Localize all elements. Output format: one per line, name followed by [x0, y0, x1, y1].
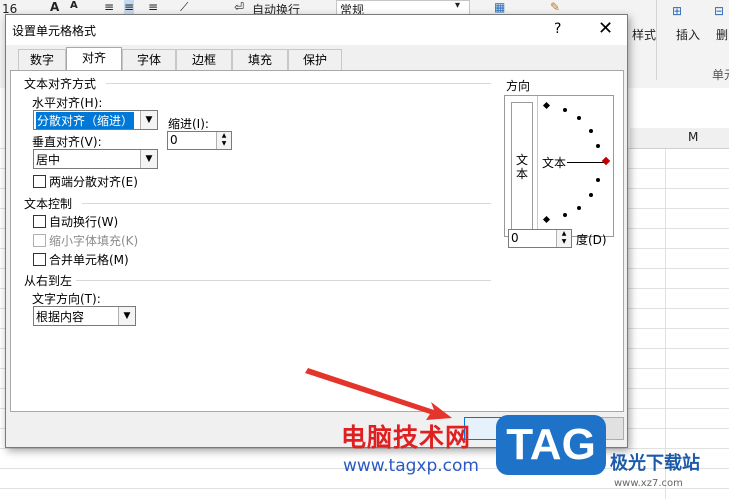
increase-font-icon[interactable]: A: [50, 0, 59, 14]
decrease-font-icon[interactable]: A: [70, 0, 78, 11]
watermark-brand: 极光下载站: [610, 453, 700, 474]
close-icon[interactable]: ✕: [598, 18, 613, 39]
text-direction-label: 文字方向(T):: [32, 292, 101, 306]
vertical-alignment-label: 垂直对齐(V):: [32, 135, 102, 149]
help-button[interactable]: ?: [554, 21, 561, 37]
shrink-to-fit-label: 缩小字体填充(K): [49, 234, 139, 248]
justify-distributed-label[interactable]: 两端分散对齐(E): [49, 173, 138, 190]
orientation-section-title: 方向: [506, 79, 531, 93]
indent-label: 缩进(I):: [168, 117, 209, 131]
degrees-value: 0: [511, 231, 519, 245]
chevron-down-icon[interactable]: ▼: [140, 150, 157, 168]
section-divider: [106, 83, 491, 84]
ribbon-divider: [656, 0, 657, 80]
orientation-tick-icon: [542, 215, 551, 224]
vertical-alignment-select[interactable]: 居中 ▼: [33, 149, 158, 169]
orientation-divider: [537, 96, 538, 236]
chevron-down-icon[interactable]: ▼: [140, 111, 157, 129]
indent-value: 0: [170, 133, 178, 147]
merge-cells-checkbox[interactable]: [33, 253, 46, 266]
text-direction-value: 根据内容: [36, 310, 85, 324]
align-left-icon[interactable]: ≡: [104, 0, 114, 14]
conditional-format-icon[interactable]: ▦: [494, 0, 505, 14]
shrink-to-fit-checkbox: [33, 234, 46, 247]
insert-icon[interactable]: ⊞: [672, 4, 682, 18]
orientation-handle-icon[interactable]: [601, 156, 611, 166]
orientation-tick-icon: [542, 101, 551, 110]
orientation-tick-icon: [577, 206, 581, 210]
delete-icon[interactable]: ⊟: [714, 4, 724, 18]
tab-border[interactable]: 边框: [176, 49, 232, 70]
tab-font[interactable]: 字体: [122, 49, 176, 70]
degrees-label: 度(D): [576, 233, 607, 247]
format-table-icon[interactable]: ✎: [550, 0, 560, 14]
tab-protection[interactable]: 保护: [288, 49, 342, 70]
cell-styles-label[interactable]: 样式: [632, 26, 656, 43]
orientation-tick-icon: [589, 193, 593, 197]
stepper-arrows-icon[interactable]: ▲ ▼: [216, 132, 231, 149]
stepper-arrows-icon[interactable]: ▲ ▼: [556, 230, 571, 247]
orientation-tick-icon: [589, 129, 593, 133]
wrap-text-checkbox[interactable]: [33, 215, 46, 228]
grid-line: [665, 128, 666, 499]
horizontal-alignment-value: 分散对齐（缩进）: [36, 112, 135, 129]
text-control-section-title: 文本控制: [24, 197, 73, 211]
section-divider: [76, 280, 491, 281]
watermark-tag-logo: TAG: [496, 415, 606, 475]
justify-distributed-checkbox[interactable]: [33, 175, 46, 188]
orientation-tick-icon: [563, 108, 567, 112]
chevron-down-icon[interactable]: ▼: [118, 307, 135, 325]
vertical-alignment-value: 居中: [36, 153, 61, 167]
merge-cells-label[interactable]: 合并单元格(M): [49, 251, 129, 268]
tab-fill[interactable]: 填充: [232, 49, 288, 70]
column-header-label: M: [688, 130, 699, 144]
vertical-text-label: 文本: [515, 153, 528, 181]
indent-stepper[interactable]: 0 ▲ ▼: [167, 131, 232, 150]
dialog-title-bar[interactable]: 设置单元格格式 ? ✕: [6, 15, 627, 45]
orientation-pointer-line: [567, 162, 605, 163]
tab-number[interactable]: 数字: [18, 49, 66, 70]
wrap-text-icon[interactable]: ⏎: [234, 0, 244, 14]
delete-button[interactable]: 删: [716, 26, 728, 43]
section-divider: [82, 203, 491, 204]
degrees-stepper[interactable]: 0 ▲ ▼: [508, 229, 572, 248]
tab-alignment[interactable]: 对齐: [66, 47, 122, 71]
wrap-text-label[interactable]: 自动换行(W): [49, 213, 118, 230]
chevron-down-icon[interactable]: ▾: [455, 0, 460, 11]
text-alignment-section-title: 文本对齐方式: [24, 77, 97, 91]
horizontal-alignment-select[interactable]: 分散对齐（缩进） ▼: [33, 110, 158, 130]
orientation-tick-icon: [596, 144, 600, 148]
watermark-site-name: 电脑技术网: [341, 423, 472, 452]
dialog-title: 设置单元格格式: [12, 24, 97, 38]
orientation-text-label: 文本: [542, 156, 567, 170]
orientation-tick-icon: [563, 213, 567, 217]
vertical-text-button[interactable]: 文本: [511, 102, 533, 230]
watermark-brand-url: www.xz7.com: [614, 478, 683, 489]
insert-button[interactable]: 插入: [676, 26, 700, 43]
watermark-site-url: www.tagxp.com: [343, 456, 479, 476]
rtl-section-title: 从右到左: [24, 274, 73, 288]
column-header[interactable]: M: [630, 128, 729, 149]
align-right-icon[interactable]: ≡: [148, 0, 158, 14]
orientation-icon[interactable]: ⟋: [180, 0, 188, 15]
cells-group-label: 单元: [712, 68, 729, 82]
horizontal-alignment-label: 水平对齐(H):: [32, 96, 103, 110]
text-direction-select[interactable]: 根据内容 ▼: [33, 306, 136, 326]
orientation-control[interactable]: 文本 文本: [504, 95, 614, 237]
align-center-icon[interactable]: ≡: [124, 0, 135, 14]
orientation-tick-icon: [596, 178, 600, 182]
orientation-tick-icon: [577, 116, 581, 120]
